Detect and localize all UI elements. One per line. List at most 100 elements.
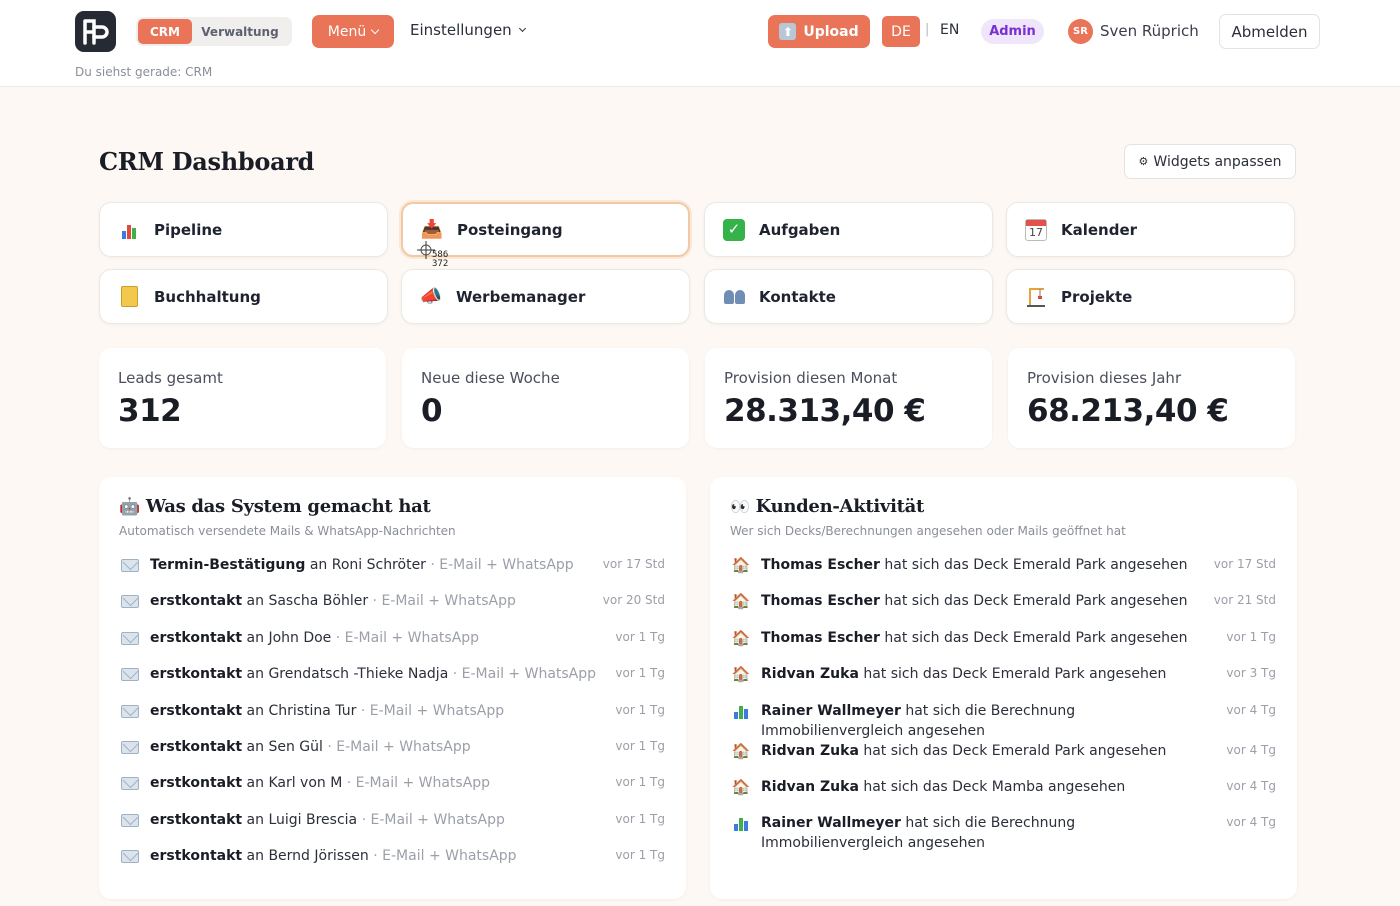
activity-description: hat sich das Deck Emerald Park angesehen	[858, 666, 1167, 683]
tile-posteingang[interactable]: 📥 Posteingang	[401, 202, 690, 257]
stat-label: Leads gesamt	[118, 369, 223, 387]
construction-crane-icon	[1025, 286, 1047, 308]
recipient: an Christina Tur	[242, 702, 357, 719]
tile-label: Werbemanager	[456, 287, 586, 306]
timestamp: vor 1 Tg	[615, 848, 665, 863]
list-item[interactable]: erstkontakt an Sascha Böhler · E-Mail + …	[119, 591, 665, 627]
panel-subtitle: Automatisch versendete Mails & WhatsApp-…	[119, 524, 456, 538]
list-item[interactable]: 🏠 Ridvan Zuka hat sich das Deck Emerald P…	[730, 664, 1276, 700]
timestamp: vor 4 Tg	[1226, 778, 1276, 793]
panel-title: 👀 Kunden-Aktivität	[730, 496, 924, 517]
list-item-text: erstkontakt an Bernd Jörissen · E-Mail +…	[150, 846, 607, 866]
list-item[interactable]: erstkontakt an John Doe · E-Mail + Whats…	[119, 628, 665, 664]
timestamp: vor 4 Tg	[1226, 815, 1276, 830]
customer-name: Thomas Escher	[761, 629, 880, 646]
list-item-text: Ridvan Zuka hat sich das Deck Mamba ange…	[761, 777, 1218, 797]
list-item-text: Ridvan Zuka hat sich das Deck Emerald Pa…	[761, 664, 1218, 684]
tile-label: Kalender	[1061, 220, 1138, 239]
list-item[interactable]: Termin-Bestätigung an Roni Schröter · E-…	[119, 555, 665, 591]
system-activity-panel: 🤖 Was das System gemacht hat Automatisch…	[99, 477, 686, 899]
upload-arrow-icon: ⬆	[779, 23, 797, 40]
logout-button[interactable]: Abmelden	[1219, 14, 1320, 49]
customize-widgets-label: Widgets anpassen	[1153, 153, 1282, 170]
list-item[interactable]: erstkontakt an Luigi Brescia · E-Mail + …	[119, 810, 665, 846]
envelope-icon	[119, 737, 141, 759]
customer-activity-panel: 👀 Kunden-Aktivität Wer sich Decks/Berech…	[710, 477, 1297, 899]
activity-description: hat sich das Deck Mamba angesehen	[858, 778, 1126, 795]
language-de-button[interactable]: DE	[882, 16, 920, 47]
list-item[interactable]: erstkontakt an Bernd Jörissen · E-Mail +…	[119, 846, 665, 882]
list-item-text: erstkontakt an Christina Tur · E-Mail + …	[150, 701, 607, 721]
megaphone-icon: 📣	[419, 285, 443, 307]
tile-kalender[interactable]: 17 Kalender	[1006, 202, 1295, 257]
envelope-icon	[119, 773, 141, 795]
house-icon: 🏠	[731, 556, 751, 574]
timestamp: vor 1 Tg	[615, 738, 665, 753]
customer-name: Rainer Wallmeyer	[761, 702, 901, 719]
list-item[interactable]: 🏠 Thomas Escher hat sich das Deck Emerald…	[730, 555, 1276, 591]
list-item-text: erstkontakt an Sascha Böhler · E-Mail + …	[150, 591, 595, 611]
panel-subtitle: Wer sich Decks/Berechnungen angesehen od…	[730, 524, 1126, 538]
menu-button[interactable]: Menü	[312, 15, 394, 48]
tile-pipeline[interactable]: Pipeline	[99, 202, 388, 257]
mode-crm-button[interactable]: CRM	[138, 19, 192, 44]
cursor-y: 372	[432, 259, 449, 269]
stat-commission-year: Provision dieses Jahr 68.213,40 €	[1008, 348, 1295, 448]
settings-dropdown[interactable]: Einstellungen	[410, 21, 526, 39]
list-item[interactable]: erstkontakt an Karl von M · E-Mail + Wha…	[119, 773, 665, 809]
tile-label: Projekte	[1061, 287, 1133, 306]
list-item[interactable]: Rainer Wallmeyer hat sich die Berechnung…	[730, 701, 1276, 741]
list-item[interactable]: 🏠 Ridvan Zuka hat sich das Deck Mamba ang…	[730, 777, 1276, 813]
page-title: CRM Dashboard	[99, 147, 315, 176]
customer-name: Ridvan Zuka	[761, 742, 859, 759]
mode-verwaltung-button[interactable]: Verwaltung	[192, 19, 288, 44]
panel-title-text: Kunden-Aktivität	[755, 496, 925, 517]
list-item[interactable]: Rainer Wallmeyer hat sich die Berechnung…	[730, 813, 1276, 853]
message-type: Termin-Bestätigung	[150, 557, 306, 573]
avatar[interactable]: SR	[1068, 19, 1093, 44]
cursor-coordinates: 586 372	[432, 251, 448, 269]
upload-button[interactable]: ⬆ Upload	[768, 15, 870, 48]
bar-chart-icon	[730, 813, 752, 836]
tile-aufgaben[interactable]: ✓ Aufgaben	[704, 202, 993, 257]
message-type: erstkontakt	[150, 593, 243, 610]
customize-widgets-button[interactable]: ⚙ Widgets anpassen	[1124, 144, 1296, 179]
house-icon: 🏠	[731, 665, 751, 684]
list-item[interactable]: erstkontakt an Grendatsch -Thieke Nadja …	[119, 664, 665, 700]
list-item-text: Rainer Wallmeyer hat sich die Berechnung…	[761, 813, 1218, 853]
customer-name: Thomas Escher	[761, 593, 880, 610]
recipient: an Sen Gül	[242, 738, 323, 755]
list-item-text: Rainer Wallmeyer hat sich die Berechnung…	[761, 701, 1218, 741]
recipient: an John Doe	[242, 629, 332, 646]
tile-kontakte[interactable]: Kontakte	[704, 269, 993, 324]
envelope-icon	[119, 628, 141, 650]
customer-name: Ridvan Zuka	[761, 778, 859, 795]
activity-description: hat sich das Deck Emerald Park angesehen	[879, 593, 1188, 610]
timestamp: vor 1 Tg	[615, 666, 665, 681]
list-item[interactable]: 🏠 Thomas Escher hat sich das Deck Emerald…	[730, 628, 1276, 664]
list-item-text: Thomas Escher hat sich das Deck Emerald …	[761, 555, 1206, 575]
app-logo[interactable]	[75, 11, 116, 52]
list-item[interactable]: 🏠 Thomas Escher hat sich das Deck Emerald…	[730, 591, 1276, 627]
timestamp: vor 1 Tg	[615, 775, 665, 790]
list-item[interactable]: erstkontakt an Sen Gül · E-Mail + WhatsA…	[119, 737, 665, 773]
admin-badge: Admin	[981, 19, 1044, 44]
list-item[interactable]: 🏠 Ridvan Zuka hat sich das Deck Emerald P…	[730, 741, 1276, 777]
timestamp: vor 17 Std	[602, 557, 665, 571]
customer-activity-list: 🏠 Thomas Escher hat sich das Deck Emerald…	[730, 555, 1276, 853]
user-name[interactable]: Sven Rüprich	[1100, 22, 1199, 40]
list-item[interactable]: erstkontakt an Christina Tur · E-Mail + …	[119, 701, 665, 737]
language-en-button[interactable]: EN	[940, 22, 959, 38]
timestamp: vor 4 Tg	[1226, 702, 1276, 717]
tile-projekte[interactable]: Projekte	[1006, 269, 1295, 324]
house-icon: 🏠	[731, 592, 751, 611]
chevron-down-icon	[518, 24, 526, 32]
tile-werbemanager[interactable]: 📣 Werbemanager	[401, 269, 690, 324]
channel: · E-Mail + WhatsApp	[368, 593, 516, 610]
system-activity-list: Termin-Bestätigung an Roni Schröter · E-…	[119, 555, 665, 883]
channel: · E-Mail + WhatsApp	[368, 848, 517, 865]
tile-label: Aufgaben	[759, 220, 841, 239]
tile-buchhaltung[interactable]: Buchhaltung	[99, 269, 388, 324]
message-type: erstkontakt	[150, 702, 243, 719]
bar-chart-icon	[118, 219, 140, 241]
